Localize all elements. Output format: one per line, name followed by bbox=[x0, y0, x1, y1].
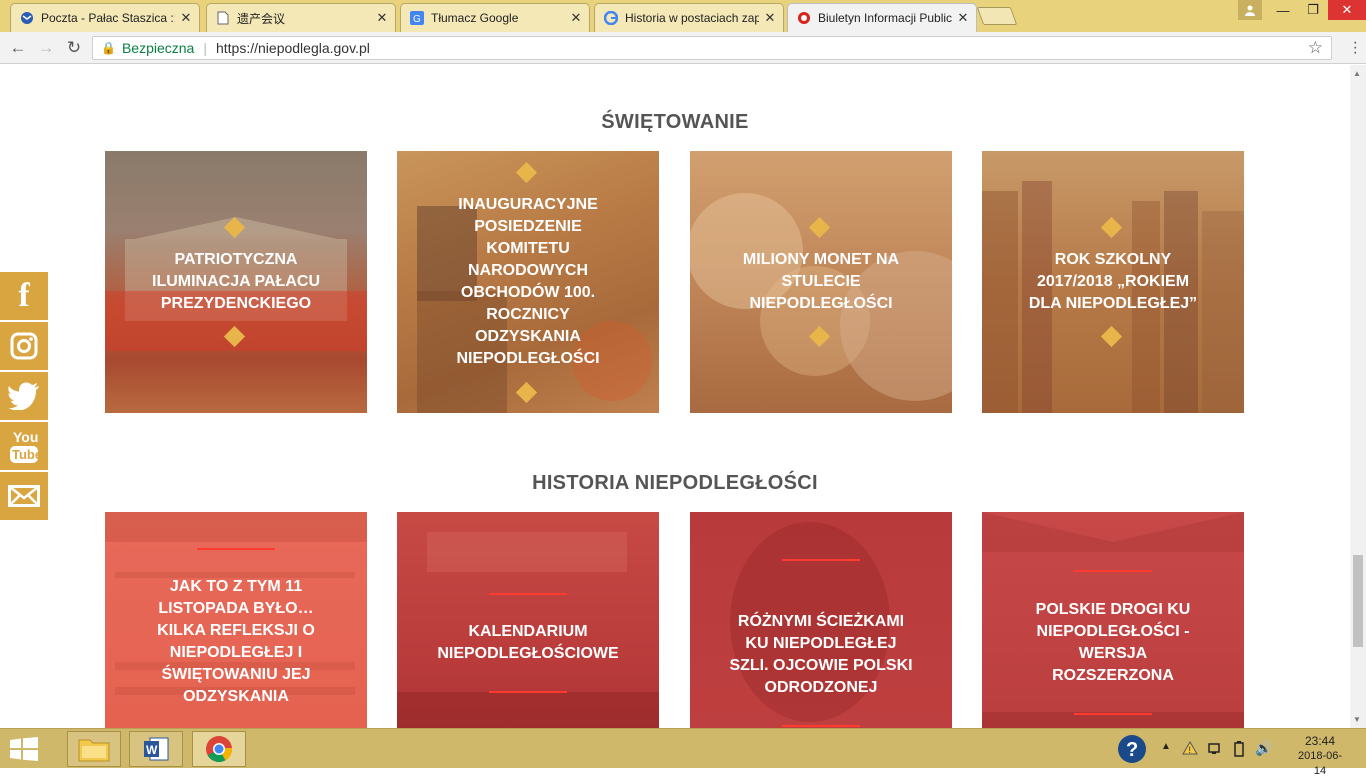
svg-text:W: W bbox=[146, 743, 158, 757]
tab-strip: Poczta - Pałac Staszica :: W ✕ 遗产会议 ✕ G … bbox=[0, 0, 1366, 32]
tab-title: 遗产会议 bbox=[237, 11, 286, 26]
security-label: Bezpieczna bbox=[121, 40, 195, 56]
tile-title: MILIONY MONET NA STULECIE NIEPODLEGŁOŚCI bbox=[742, 251, 900, 312]
user-profile-icon[interactable] bbox=[1238, 0, 1262, 20]
battery-icon[interactable] bbox=[1231, 741, 1247, 760]
new-tab-button[interactable] bbox=[976, 7, 1018, 25]
clock[interactable]: 23:44 2018-06-14 bbox=[1292, 734, 1348, 779]
tab-translate[interactable]: G Tłumacz Google ✕ bbox=[400, 3, 590, 32]
email-icon bbox=[8, 485, 40, 507]
tab-biuletyn[interactable]: Biuletyn Informacji Public ✕ bbox=[787, 3, 977, 32]
page-viewport: ŚWIĘTOWANIE PATRIOTYCZNA ILUMINACJA PAŁA… bbox=[0, 65, 1350, 728]
tab-document[interactable]: 遗产会议 ✕ bbox=[206, 3, 396, 32]
tile-rok-szkolny[interactable]: ROK SZKOLNY 2017/2018 „ROKIEM DLA NIEPOD… bbox=[982, 151, 1244, 413]
tile-inauguracyjne[interactable]: INAUGURACYJNE POSIEDZENIE KOMITETU NAROD… bbox=[397, 151, 659, 413]
svg-text:G: G bbox=[413, 14, 421, 25]
tile-kalendarium[interactable]: KALENDARIUM NIEPODLEGŁOŚCIOWE bbox=[397, 512, 659, 728]
clock-date: 2018-06-14 bbox=[1297, 750, 1343, 777]
scroll-down-icon[interactable]: ▼ bbox=[1353, 715, 1361, 724]
decor-line bbox=[489, 691, 567, 693]
tile-polskie-drogi[interactable]: POLSKIE DROGI KU NIEPODLEGŁOŚCI - WERSJA… bbox=[982, 512, 1244, 728]
chrome-icon bbox=[206, 736, 232, 763]
tab-poczta[interactable]: Poczta - Pałac Staszica :: W ✕ bbox=[10, 3, 200, 32]
reload-button[interactable]: ↻ bbox=[64, 38, 84, 58]
scroll-up-icon[interactable]: ▲ bbox=[1353, 69, 1361, 78]
close-window-button[interactable]: ✕ bbox=[1328, 0, 1366, 20]
bookmark-star-icon[interactable]: ☆ bbox=[1308, 38, 1323, 58]
tile-title: KALENDARIUM NIEPODLEGŁOŚCIOWE bbox=[437, 623, 619, 662]
bip-icon bbox=[796, 10, 812, 26]
svg-text:!: ! bbox=[1189, 745, 1192, 755]
email-button[interactable] bbox=[0, 472, 48, 520]
tile-title: ROK SZKOLNY 2017/2018 „ROKIEM DLA NIEPOD… bbox=[1028, 251, 1198, 312]
close-icon[interactable]: ✕ bbox=[375, 10, 389, 26]
document-icon bbox=[215, 10, 231, 26]
volume-icon[interactable]: 🔊 bbox=[1255, 740, 1272, 757]
tile-iluminacja[interactable]: PATRIOTYCZNA ILUMINACJA PAŁACU PREZYDENC… bbox=[105, 151, 367, 413]
word-icon: W bbox=[144, 737, 169, 761]
file-explorer-button[interactable] bbox=[67, 731, 121, 767]
maximize-button[interactable]: ❐ bbox=[1298, 0, 1328, 20]
url-text: https://niepodlegla.gov.pl bbox=[215, 40, 370, 56]
browser-toolbar: ← → ↻ 🔒 Bezpieczna | https://niepodlegla… bbox=[0, 32, 1366, 64]
tray-expand-icon[interactable]: ▲ bbox=[1161, 741, 1171, 752]
facebook-icon: f bbox=[18, 277, 30, 314]
section-heading-swietowanie: ŚWIĘTOWANIE bbox=[601, 111, 749, 133]
close-icon[interactable]: ✕ bbox=[569, 10, 583, 26]
tile-ojcowie[interactable]: RÓŻNYMI ŚCIEŻKAMI KU NIEPODLEGŁEJ SZLI. … bbox=[690, 512, 952, 728]
windows-start-icon[interactable] bbox=[10, 737, 38, 766]
scrollbar-thumb[interactable] bbox=[1353, 555, 1363, 647]
tab-title: Biuletyn Informacji Public bbox=[818, 11, 952, 25]
minimize-button[interactable]: — bbox=[1268, 0, 1298, 20]
twitter-icon bbox=[8, 382, 39, 410]
tile-11-listopada[interactable]: JAK TO Z TYM 11 LISTOPADA BYŁO… KILKA RE… bbox=[105, 512, 367, 728]
network-icon[interactable] bbox=[1207, 741, 1223, 760]
tab-title: Historia w postaciach zap bbox=[625, 11, 759, 25]
chrome-button[interactable] bbox=[192, 731, 246, 767]
svg-text:You: You bbox=[13, 429, 38, 445]
windows-taskbar: W ? ▲ ! 🔊 23:44 2018-06-14 bbox=[0, 728, 1366, 777]
decor-line bbox=[782, 725, 860, 727]
google-icon bbox=[603, 10, 619, 26]
instagram-button[interactable] bbox=[0, 322, 48, 370]
folder-icon bbox=[78, 739, 110, 762]
word-button[interactable]: W bbox=[129, 731, 183, 767]
menu-icon[interactable]: · · · bbox=[1353, 35, 1358, 61]
twitter-button[interactable] bbox=[0, 372, 48, 420]
tile-title: RÓŻNYMI ŚCIEŻKAMI KU NIEPODLEGŁEJ SZLI. … bbox=[729, 613, 913, 696]
tile-title: JAK TO Z TYM 11 LISTOPADA BYŁO… KILKA RE… bbox=[157, 578, 315, 705]
close-icon[interactable]: ✕ bbox=[956, 10, 970, 26]
clock-time: 23:44 bbox=[1304, 734, 1336, 748]
tab-title: Tłumacz Google bbox=[431, 11, 519, 25]
address-bar[interactable]: 🔒 Bezpieczna | https://niepodlegla.gov.p… bbox=[92, 36, 1332, 60]
page-scrollbar[interactable]: ▲ ▼ bbox=[1350, 65, 1366, 728]
close-icon[interactable]: ✕ bbox=[179, 10, 193, 26]
tile-title: INAUGURACYJNE POSIEDZENIE KOMITETU NAROD… bbox=[456, 196, 600, 367]
tab-historia[interactable]: Historia w postaciach zap ✕ bbox=[594, 3, 784, 32]
close-icon[interactable]: ✕ bbox=[763, 10, 777, 26]
tile-monety[interactable]: MILIONY MONET NA STULECIE NIEPODLEGŁOŚCI bbox=[690, 151, 952, 413]
translate-icon: G bbox=[409, 10, 425, 26]
network-warning-icon[interactable]: ! bbox=[1182, 741, 1198, 758]
facebook-button[interactable]: f bbox=[0, 272, 48, 320]
separator: | bbox=[203, 40, 207, 56]
forward-button[interactable]: → bbox=[36, 38, 56, 58]
tile-title: PATRIOTYCZNA ILUMINACJA PAŁACU PREZYDENC… bbox=[152, 251, 320, 312]
mail-icon bbox=[19, 10, 35, 26]
decor-line bbox=[1074, 713, 1152, 715]
lock-icon: 🔒 bbox=[101, 41, 116, 55]
svg-text:?: ? bbox=[1126, 739, 1138, 761]
tile-title: POLSKIE DROGI KU NIEPODLEGŁOŚCI - WERSJA… bbox=[1035, 601, 1191, 684]
back-button[interactable]: ← bbox=[8, 38, 28, 58]
youtube-icon: You Tube bbox=[10, 429, 39, 463]
tab-title: Poczta - Pałac Staszica :: W bbox=[41, 11, 175, 25]
svg-text:Tube: Tube bbox=[12, 447, 39, 462]
help-icon[interactable]: ? bbox=[1117, 734, 1147, 767]
youtube-button[interactable]: You Tube bbox=[0, 422, 48, 470]
instagram-icon bbox=[10, 332, 38, 360]
section-heading-historia: HISTORIA NIEPODLEGŁOŚCI bbox=[532, 472, 818, 494]
